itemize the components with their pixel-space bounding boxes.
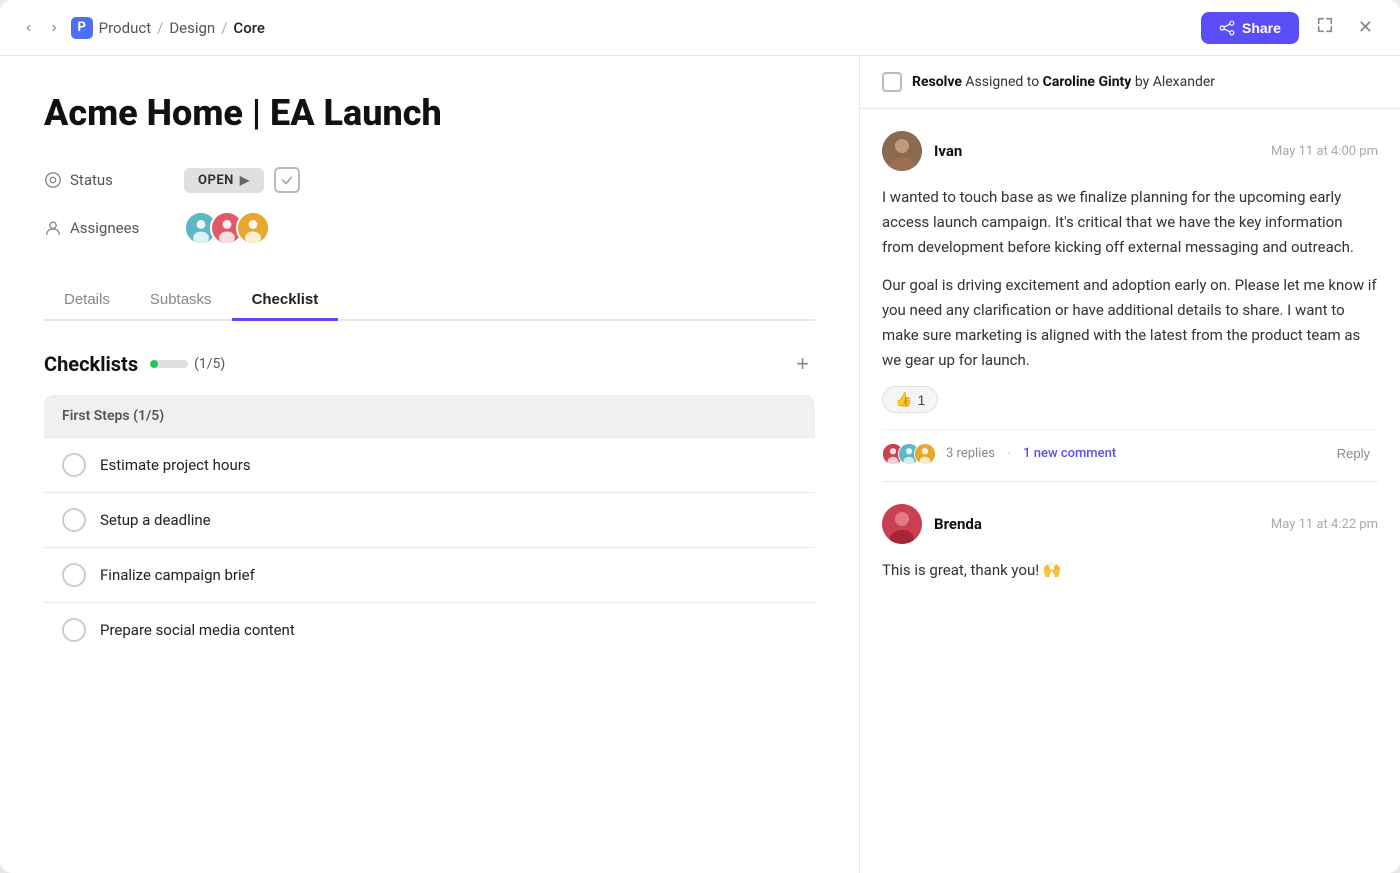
avatar-brenda xyxy=(882,504,922,544)
comment-body-ivan: I wanted to touch base as we finalize pl… xyxy=(882,185,1378,372)
back-button[interactable]: ‹ xyxy=(20,15,37,41)
forward-button[interactable]: › xyxy=(45,15,62,41)
comment-header-ivan: Ivan May 11 at 4:00 pm xyxy=(882,131,1378,171)
progress-bar-wrap: (1/5) xyxy=(150,356,225,372)
progress-label: (1/5) xyxy=(194,356,225,372)
comment-header-brenda: Brenda May 11 at 4:22 pm xyxy=(882,504,1378,544)
replies-area: 3 replies · 1 new comment xyxy=(882,443,1116,465)
share-icon xyxy=(1219,20,1235,36)
task-tabs: Details Subtasks Checklist xyxy=(44,281,815,321)
left-panel: Acme Home | EA Launch Status OPEN ▶ xyxy=(0,56,860,873)
checklist-item-text-4: Prepare social media content xyxy=(100,621,295,639)
reaction-thumbsup[interactable]: 👍 1 xyxy=(882,386,938,413)
close-button[interactable]: ✕ xyxy=(1351,13,1380,42)
progress-bar-fill xyxy=(150,360,158,368)
avatar-ivan-img xyxy=(882,131,922,171)
avatar-brenda-img xyxy=(882,504,922,544)
checklist-check-3[interactable] xyxy=(62,563,86,587)
assignees-icon xyxy=(44,219,62,237)
body: Acme Home | EA Launch Status OPEN ▶ xyxy=(0,56,1400,873)
progress-bar-bg xyxy=(150,360,188,368)
checklists-header: Checklists (1/5) + xyxy=(44,349,815,379)
avatar-3-img xyxy=(238,211,268,245)
product-icon: P xyxy=(71,17,93,39)
reply-avatars xyxy=(882,443,930,465)
checklist-item-text-2: Setup a deadline xyxy=(100,511,211,529)
breadcrumb-design[interactable]: Design xyxy=(169,19,215,37)
header-right: Share ✕ xyxy=(1201,12,1380,44)
add-checklist-button[interactable]: + xyxy=(790,349,815,379)
comment-name-ivan: Ivan xyxy=(934,142,962,160)
resolve-text: Resolve Assigned to Caroline Ginty by Al… xyxy=(912,74,1215,90)
checklist-item-text-1: Estimate project hours xyxy=(100,456,251,474)
checklist-check-2[interactable] xyxy=(62,508,86,532)
status-badge[interactable]: OPEN ▶ xyxy=(184,168,264,193)
comment-name-brenda: Brenda xyxy=(934,515,982,533)
checklist-check-1[interactable] xyxy=(62,453,86,477)
resolve-checkbox[interactable] xyxy=(882,72,902,92)
tab-checklist[interactable]: Checklist xyxy=(232,281,339,321)
comment-user-ivan: Ivan xyxy=(882,131,962,171)
avatar-3[interactable] xyxy=(236,211,270,245)
comment-user-brenda: Brenda xyxy=(882,504,982,544)
reply-avatar-3 xyxy=(914,443,936,465)
comment-ivan: Ivan May 11 at 4:00 pm I wanted to touch… xyxy=(860,109,1400,481)
status-arrow-icon: ▶ xyxy=(240,173,250,187)
tab-details[interactable]: Details xyxy=(44,281,130,321)
checklist-group-header: First Steps (1/5) xyxy=(44,395,815,437)
assignees-row: Assignees xyxy=(44,211,815,245)
resolve-bar: Resolve Assigned to Caroline Ginty by Al… xyxy=(860,56,1400,109)
comment-footer-ivan: 3 replies · 1 new comment Reply xyxy=(882,429,1378,481)
reaction-area: 👍 1 xyxy=(882,386,1378,429)
avatar-ivan xyxy=(882,131,922,171)
expand-button[interactable] xyxy=(1309,12,1341,43)
comment-time-brenda: May 11 at 4:22 pm xyxy=(1271,517,1378,532)
new-comment-link[interactable]: 1 new comment xyxy=(1023,446,1116,461)
task-title: Acme Home | EA Launch xyxy=(44,92,815,135)
checklists-title: Checklists xyxy=(44,352,138,376)
comment-brenda: Brenda May 11 at 4:22 pm This is great, … xyxy=(860,482,1400,583)
breadcrumb-sep-2: / xyxy=(221,19,227,37)
check-icon xyxy=(280,173,294,187)
status-check[interactable] xyxy=(274,167,300,193)
checklist-group: First Steps (1/5) Estimate project hours… xyxy=(44,395,815,657)
header-left: ‹ › P Product / Design / Core xyxy=(20,15,265,41)
reply-av-3-img xyxy=(915,443,935,465)
status-row: Status OPEN ▶ xyxy=(44,167,815,193)
status-label: Status xyxy=(44,171,184,189)
header: ‹ › P Product / Design / Core Shar xyxy=(0,0,1400,56)
checklist-item-text-3: Finalize campaign brief xyxy=(100,566,255,584)
checklist-item[interactable]: Finalize campaign brief xyxy=(44,547,815,602)
breadcrumb-product[interactable]: Product xyxy=(99,19,151,37)
checklists-title-area: Checklists (1/5) xyxy=(44,352,225,376)
assignees-label: Assignees xyxy=(44,219,184,237)
share-button[interactable]: Share xyxy=(1201,12,1299,44)
tab-subtasks[interactable]: Subtasks xyxy=(130,281,232,321)
modal: ‹ › P Product / Design / Core Shar xyxy=(0,0,1400,873)
ivan-avatar-svg xyxy=(882,131,922,171)
brenda-avatar-svg xyxy=(882,504,922,544)
status-icon xyxy=(44,171,62,189)
checklist-item[interactable]: Prepare social media content xyxy=(44,602,815,657)
checklist-check-4[interactable] xyxy=(62,618,86,642)
assignees-list[interactable] xyxy=(184,211,262,245)
checklist-item[interactable]: Estimate project hours xyxy=(44,437,815,492)
breadcrumb-sep-1: / xyxy=(157,19,163,37)
replies-count: 3 replies xyxy=(946,446,995,461)
right-panel: Resolve Assigned to Caroline Ginty by Al… xyxy=(860,56,1400,873)
comment-body-brenda: This is great, thank you! 🙌 xyxy=(882,558,1378,583)
reply-button[interactable]: Reply xyxy=(1329,442,1378,465)
breadcrumb: P Product / Design / Core xyxy=(71,17,265,39)
expand-icon xyxy=(1316,16,1334,34)
dot-sep: · xyxy=(1007,444,1011,463)
checklist-item[interactable]: Setup a deadline xyxy=(44,492,815,547)
comment-time-ivan: May 11 at 4:00 pm xyxy=(1271,144,1378,159)
breadcrumb-core[interactable]: Core xyxy=(233,19,265,37)
